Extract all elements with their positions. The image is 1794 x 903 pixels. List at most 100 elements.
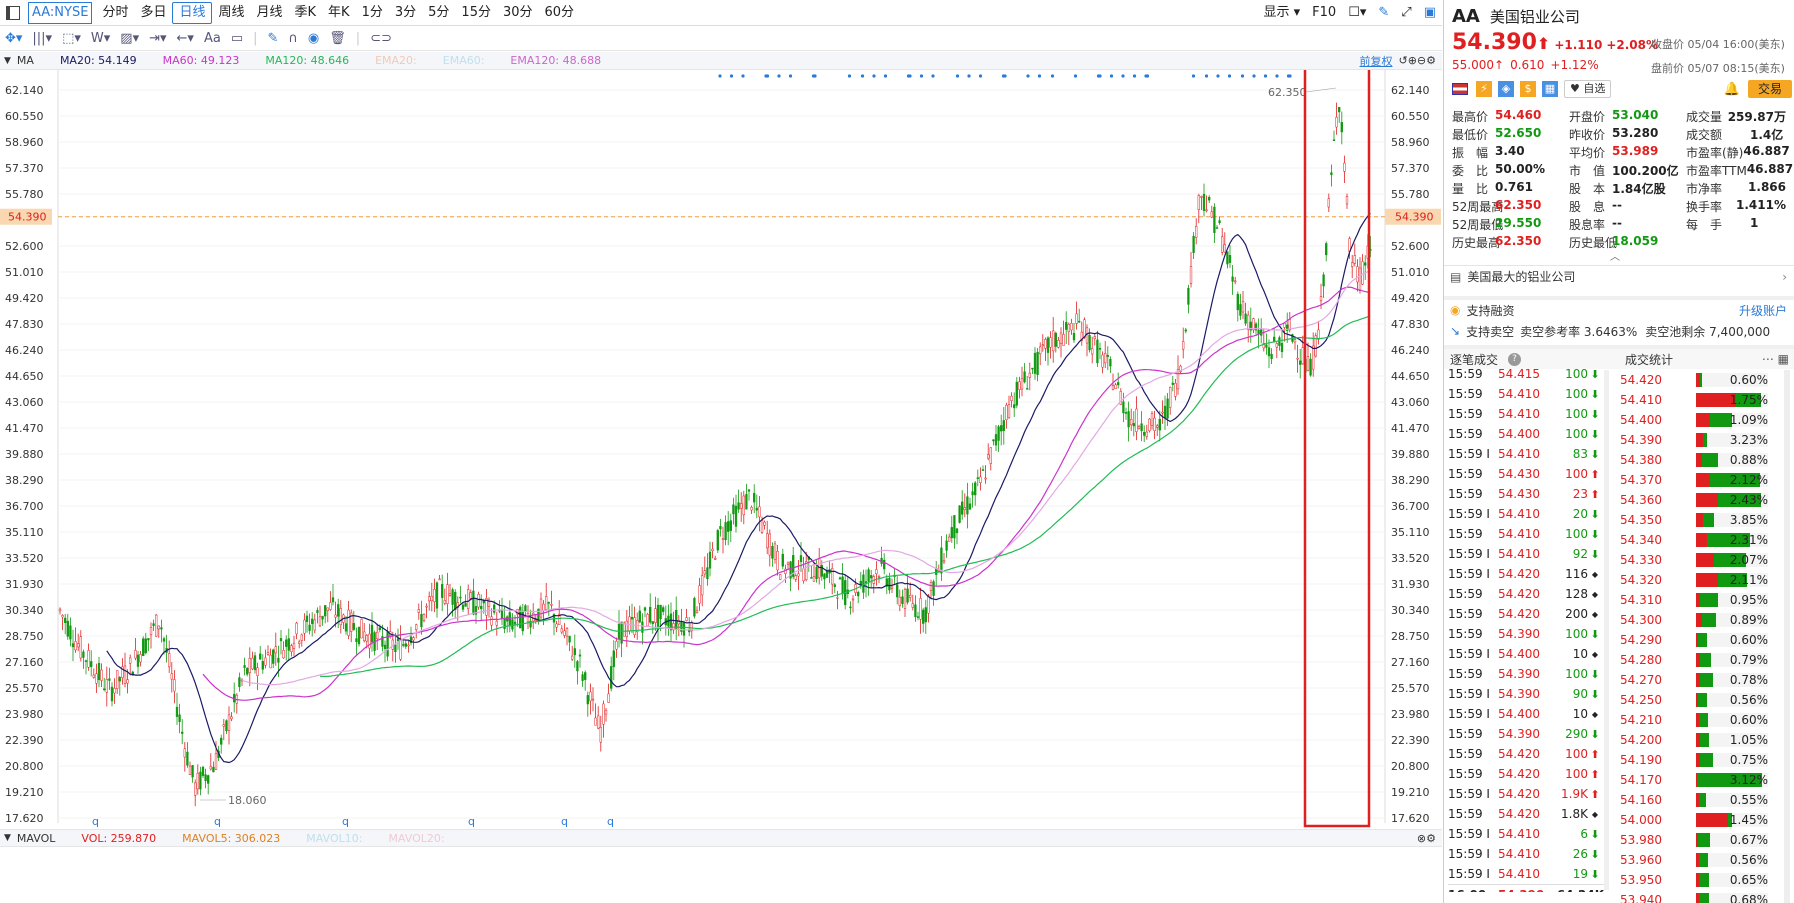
candle-body — [1062, 334, 1065, 346]
period-tab-9[interactable]: 5分 — [422, 2, 455, 24]
candle-body — [724, 522, 727, 541]
candle-body — [1325, 243, 1328, 256]
close-icon[interactable]: ⊗⚙ — [1417, 832, 1436, 845]
fq-button[interactable]: 前复权 — [1359, 53, 1392, 69]
bell-icon[interactable]: 🔔 — [1724, 82, 1740, 97]
period-tab-11[interactable]: 30分 — [497, 2, 539, 24]
arrow-icon[interactable]: ←▾ — [172, 28, 199, 50]
hatch-icon[interactable]: ▨▾ — [115, 28, 144, 50]
candle-body — [266, 652, 270, 655]
trades-scrollbar[interactable] — [1604, 370, 1609, 890]
candle-body — [1293, 339, 1297, 343]
lightning-icon[interactable]: ⚡ — [1476, 81, 1492, 97]
candle-body — [298, 641, 301, 644]
comment-icon[interactable]: ▭ — [226, 28, 248, 50]
candle-body — [862, 574, 865, 593]
bars-icon[interactable]: |||▾ — [27, 28, 57, 50]
stat-pct: 0.56% — [1729, 853, 1768, 867]
trade-volume: 92 — [1572, 547, 1588, 561]
mavol-label[interactable]: MAVOL — [17, 832, 55, 845]
candle-body — [1361, 261, 1364, 285]
stat-pct: 1.09% — [1729, 413, 1768, 427]
stat-pct: 0.78% — [1729, 673, 1768, 687]
text-icon[interactable]: Aa — [199, 28, 226, 50]
trade-row: 15:59 I 54.410 19 ⬇ — [1448, 864, 1604, 884]
stat-bar-sell — [1699, 853, 1708, 867]
grid-icon[interactable]: ▦ — [1542, 81, 1558, 97]
stats-scrollbar[interactable] — [1784, 370, 1790, 903]
stat-pct: 3.23% — [1729, 433, 1768, 447]
link-icon[interactable]: ⊂⊃ — [365, 28, 397, 50]
period-tab-2[interactable]: 日线 — [172, 1, 213, 24]
stat-label: 平均价 — [1569, 145, 1606, 160]
stat-label: 成交量 — [1686, 109, 1723, 124]
rect-icon[interactable]: ⬚▾ — [57, 28, 86, 50]
ma-label[interactable]: MA — [17, 54, 34, 67]
candle-body — [1184, 329, 1187, 332]
collapse-icon[interactable]: ▼ — [4, 56, 11, 66]
fullscreen-icon[interactable]: ⤢ — [1395, 2, 1417, 24]
ma120-line — [319, 315, 1371, 678]
trade-price: 54.410 — [1498, 527, 1540, 541]
candle-body — [1338, 106, 1341, 113]
reset-icon[interactable]: ↺⊕⊖⚙ — [1398, 54, 1436, 67]
y-tick-left: 58.960 — [5, 136, 44, 149]
pencil-icon[interactable]: ✎ — [263, 28, 284, 50]
f10-button[interactable]: F10 — [1306, 2, 1342, 24]
dollar-icon[interactable]: $ — [1520, 81, 1536, 97]
candle-body — [594, 717, 597, 726]
eye-icon[interactable]: ◉ — [303, 28, 324, 50]
crosshair-icon[interactable]: ✥▾ — [0, 28, 27, 50]
stats-list: 54.420 0.60% 54.410 1.75% 54.400 1.09% 54.390 3… — [1620, 370, 1780, 903]
y-tick-left: 43.060 — [5, 396, 44, 409]
stats-title[interactable]: 成交统计 — [1625, 351, 1673, 368]
period-tabs: 分时 多日 日线 周线 月线 季K 年K 1分 3分 5分 15分 30分 60分 — [96, 1, 581, 24]
trade-button[interactable]: 交易 — [1747, 80, 1792, 98]
panel-toggle-icon[interactable] — [6, 5, 20, 20]
more-icon[interactable]: ⋯ ▦ — [1762, 352, 1789, 366]
layout-icon[interactable]: ☐▾ — [1342, 2, 1372, 24]
trend-icon: ↘ — [1450, 324, 1461, 338]
range-icon[interactable]: ⇥▾ — [144, 28, 171, 50]
y-tick-right: 38.290 — [1391, 474, 1430, 487]
trash-icon[interactable]: 🗑 — [324, 28, 351, 50]
candle-body — [446, 584, 449, 604]
event-dot — [1050, 74, 1055, 78]
period-tab-3[interactable]: 周线 — [212, 2, 250, 24]
candle-body — [1223, 244, 1226, 253]
period-tab-5[interactable]: 季K — [289, 2, 323, 24]
collapse-icon[interactable]: ▼ — [4, 833, 11, 843]
period-tab-6[interactable]: 年K — [322, 2, 356, 24]
tag-icon[interactable]: ◈ — [1498, 81, 1514, 97]
period-tab-10[interactable]: 15分 — [455, 2, 497, 24]
stat-bar-buy — [1696, 433, 1703, 447]
expand-icon[interactable]: ︿ — [1610, 248, 1620, 263]
company-desc-row[interactable]: ▤ 美国最大的铝业公司 › — [1444, 265, 1794, 287]
wave-icon[interactable]: W▾ — [86, 28, 115, 50]
period-tab-7[interactable]: 1分 — [356, 2, 389, 24]
symbol-box[interactable]: AA:NYSE — [28, 1, 93, 24]
candle-body — [454, 591, 457, 610]
pen-icon[interactable]: ✎ — [1372, 2, 1395, 24]
candle-body — [942, 559, 946, 563]
period-tab-8[interactable]: 3分 — [389, 2, 422, 24]
y-tick-right: 51.010 — [1391, 266, 1430, 279]
period-tab-1[interactable]: 多日 — [134, 2, 172, 24]
stat-cell: 换手率 1.411% — [1686, 198, 1786, 215]
stat-pct: 0.60% — [1729, 713, 1768, 727]
candle-body — [742, 495, 745, 516]
candle-body — [394, 644, 397, 652]
y-tick-right: 27.160 — [1391, 656, 1430, 669]
period-tab-4[interactable]: 月线 — [251, 2, 289, 24]
candle-body — [175, 706, 179, 717]
sidebar-icon[interactable]: ▣ — [1418, 2, 1442, 24]
stat-price: 54.380 — [1620, 453, 1662, 467]
magnet-icon[interactable]: ∩ — [283, 28, 303, 50]
upgrade-link[interactable]: 升级账户 — [1739, 302, 1787, 319]
period-tab-12[interactable]: 60分 — [539, 2, 581, 24]
candle-body — [459, 596, 462, 599]
display-menu[interactable]: 显示 ▾ — [1257, 2, 1306, 24]
watch-button[interactable]: ♥ 自选 — [1564, 80, 1612, 98]
price-chart[interactable]: 62.140 62.140 60.550 60.550 58.960 58.960 57.3… — [0, 70, 1442, 833]
period-tab-0[interactable]: 分时 — [96, 2, 134, 24]
